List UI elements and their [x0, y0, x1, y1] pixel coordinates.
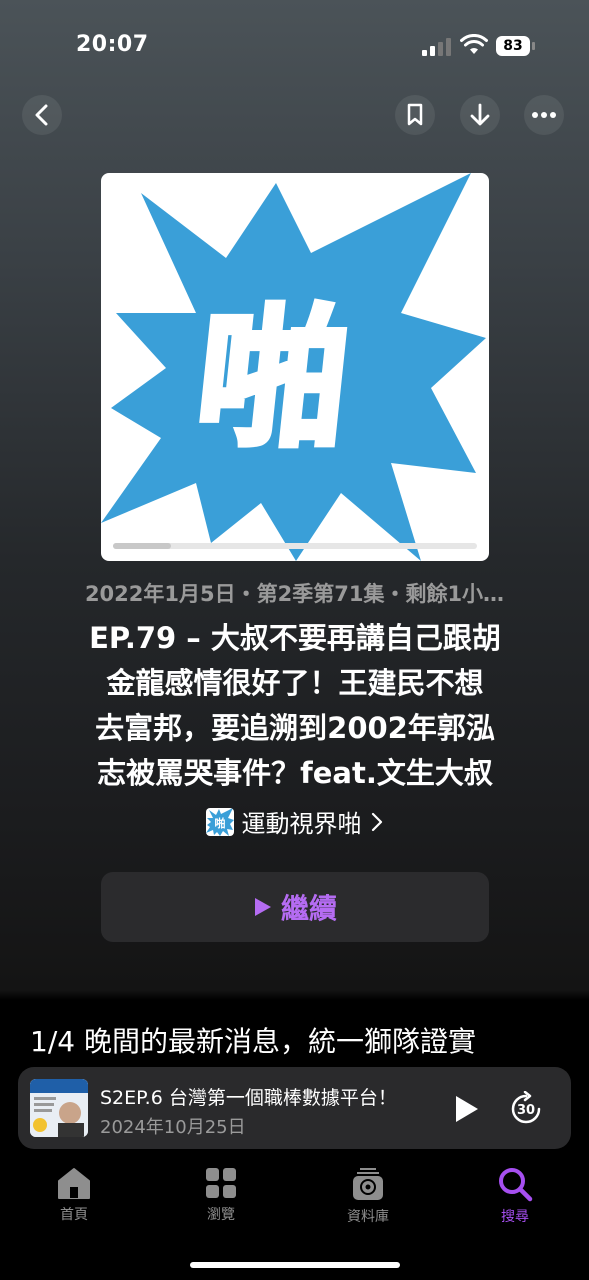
bookmark-icon — [407, 103, 423, 126]
episode-title-line: EP.79 – 大叔不要再講自己跟胡 — [89, 621, 501, 655]
download-arrow-icon — [470, 103, 490, 126]
play-icon — [254, 898, 271, 916]
tab-browse[interactable]: 瀏覽 — [171, 1160, 271, 1224]
ellipsis-icon — [532, 112, 556, 118]
tab-library[interactable]: 資料庫 — [318, 1160, 418, 1226]
mini-player-artwork — [30, 1079, 88, 1137]
mini-play-button[interactable] — [448, 1091, 484, 1127]
continue-label: 繼續 — [280, 892, 337, 925]
back-button[interactable] — [22, 95, 62, 135]
grid-icon — [206, 1168, 236, 1198]
status-time: 20:07 — [76, 32, 149, 57]
more-options-button[interactable] — [524, 95, 564, 135]
episode-meta: 2022年1月5日・第2季第71集・剩餘1小… — [84, 582, 505, 606]
battery-level: 83 — [496, 36, 530, 56]
play-icon — [456, 1096, 478, 1122]
tab-label: 瀏覽 — [207, 1207, 235, 1223]
svg-text:啪: 啪 — [214, 816, 225, 830]
episode-title-line: 去富邦，要追溯到2002年郭泓 — [95, 711, 495, 745]
episode-title-line: 金龍感情很好了！王建民不想 — [106, 666, 484, 700]
chevron-right-icon — [371, 812, 382, 831]
mini-player[interactable]: S2EP.6 台灣第一個職棒數據平台！ 2024年10月25日 30 — [18, 1067, 571, 1149]
tab-label: 搜尋 — [501, 1209, 529, 1225]
show-thumbnail: 啪 — [205, 807, 234, 836]
episode-title: EP.79 – 大叔不要再講自己跟胡 金龍感情很好了！王建民不想 去富邦，要追溯… — [30, 616, 560, 796]
home-indicator — [190, 1262, 400, 1268]
chevron-left-icon — [35, 104, 48, 126]
tab-label: 首頁 — [60, 1207, 88, 1223]
cellular-signal-icon — [422, 36, 452, 56]
svg-text:30: 30 — [517, 1103, 535, 1118]
mini-player-date: 2024年10月25日 — [100, 1117, 246, 1138]
playback-progress-fill — [113, 543, 172, 549]
episode-description: 1/4 晚間的最新消息，統一獅隊證實 — [30, 1025, 476, 1058]
download-button[interactable] — [460, 95, 500, 135]
continue-button[interactable]: 繼續 — [101, 872, 489, 942]
show-name: 運動視界啪 — [241, 810, 362, 838]
wifi-icon — [460, 33, 488, 56]
episode-artwork: 啪 — [101, 173, 489, 561]
bookmark-button[interactable] — [395, 95, 435, 135]
artwork-text: 啪 — [189, 292, 357, 467]
tab-home[interactable]: 首頁 — [24, 1160, 124, 1224]
tab-bar: 首頁 瀏覽 資料庫 搜尋 — [0, 1160, 589, 1250]
tab-label: 資料庫 — [347, 1209, 389, 1225]
mini-player-title: S2EP.6 台灣第一個職棒數據平台！ — [100, 1087, 397, 1109]
tab-search[interactable]: 搜尋 — [465, 1160, 565, 1226]
burst-logo: 啪 — [101, 173, 486, 561]
episode-title-line: 志被罵哭事件？feat.文生大叔 — [97, 756, 493, 790]
battery-icon: 83 — [496, 36, 536, 56]
skip-forward-button[interactable]: 30 — [508, 1090, 544, 1127]
playback-progress-bar — [113, 543, 477, 549]
skip-forward-30-icon: 30 — [511, 1090, 541, 1124]
home-icon — [58, 1168, 90, 1199]
show-link[interactable]: 啪 運動視界啪 — [0, 804, 589, 839]
library-icon — [353, 1168, 383, 1200]
search-icon — [499, 1168, 533, 1202]
